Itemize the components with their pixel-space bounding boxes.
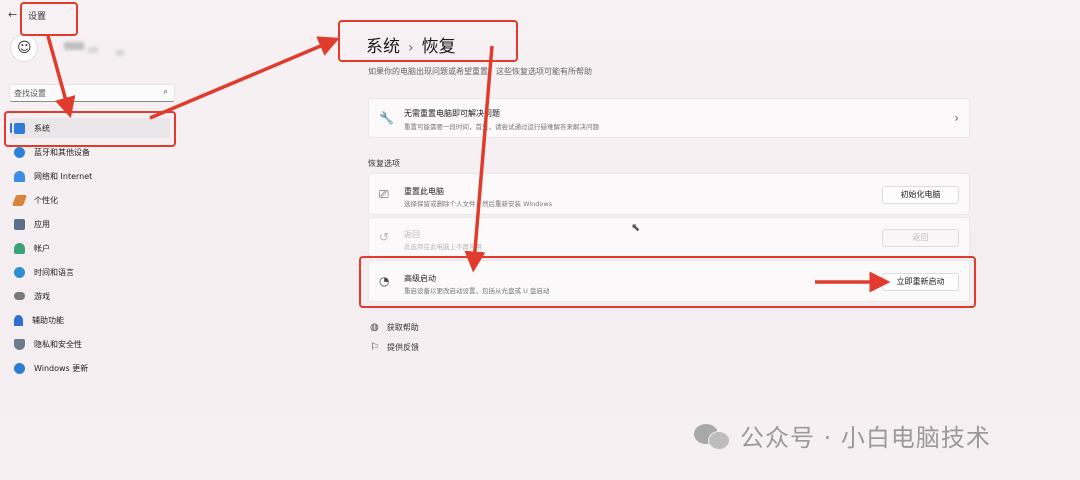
arrow-system-to-breadcrumb <box>149 36 340 120</box>
watermark-text: 公众号 · 小白电脑技术 <box>740 424 991 452</box>
annotation-arrows <box>46 35 891 293</box>
arrow-title-to-system <box>46 35 76 119</box>
watermark: 公众号 · 小白电脑技术 <box>694 418 991 453</box>
wechat-icon <box>694 422 730 450</box>
arrow-breadcrumb-to-advanced <box>464 45 494 273</box>
